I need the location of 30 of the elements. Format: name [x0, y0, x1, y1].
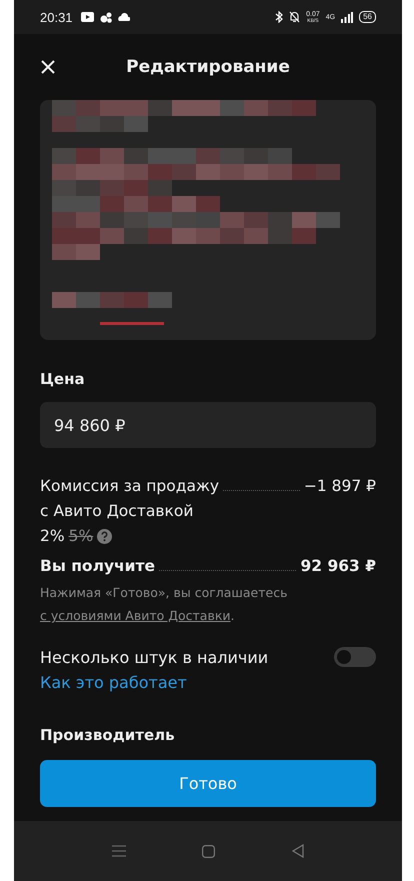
done-button[interactable]: Готово — [40, 760, 376, 807]
old-rate: 5% — [68, 526, 94, 547]
bluetooth-icon — [275, 11, 284, 23]
close-icon — [40, 59, 56, 75]
commission-label: Комиссия за продажу — [40, 476, 220, 497]
status-time: 20:31 — [40, 10, 73, 24]
cloud-icon — [118, 13, 130, 21]
terms-link[interactable]: с условиями Авито Доставки — [40, 608, 231, 623]
bell-muted-icon — [289, 11, 300, 23]
payout-label: Вы получите — [40, 557, 156, 575]
dots-icon — [100, 12, 112, 22]
commission-amount: −1 897 ₽ — [304, 476, 376, 497]
screen-title: Редактирование — [125, 57, 291, 77]
signal-icon — [341, 12, 354, 22]
commission-rate: 2% — [40, 526, 65, 547]
payout-amount: 92 963 ₽ — [300, 557, 376, 575]
price-label: Цена — [40, 370, 86, 388]
back-icon[interactable] — [292, 844, 304, 858]
help-icon[interactable] — [97, 529, 112, 544]
price-field[interactable]: 94 860 ₽ — [40, 402, 376, 448]
terms-note: Нажимая «Готово», вы соглашаетесь с условиями Авито Доставки. — [40, 584, 288, 625]
battery-level: 56 — [359, 11, 376, 23]
manufacturer-label: Производитель — [40, 726, 176, 744]
toggle-switch[interactable] — [334, 647, 376, 667]
video-icon — [80, 12, 94, 22]
home-icon[interactable] — [202, 844, 216, 858]
menu-icon[interactable] — [112, 845, 126, 857]
multiple-items-label: Несколько штук в наличии — [40, 648, 268, 666]
how-it-works-link[interactable]: Как это работает — [40, 673, 187, 692]
commission-subtitle: с Авито Доставкой — [40, 501, 194, 522]
